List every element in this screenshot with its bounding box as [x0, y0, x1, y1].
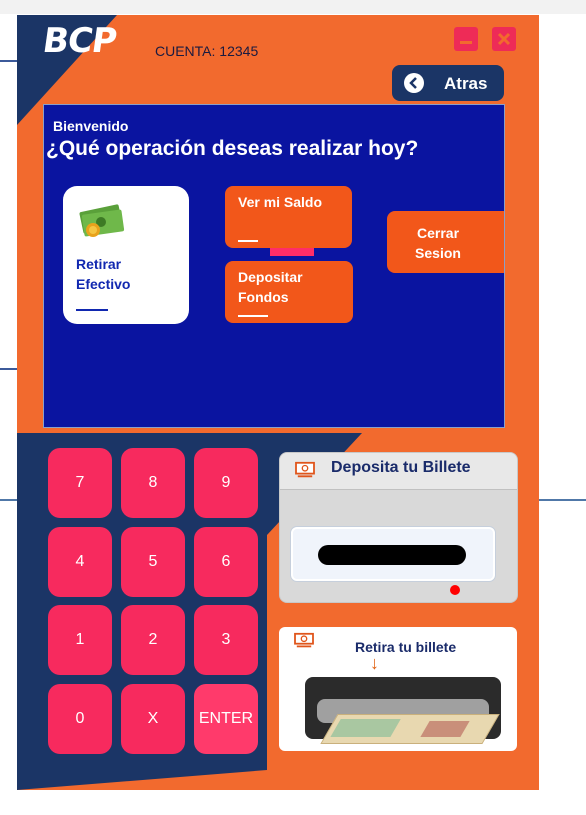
cash-money-icon [79, 204, 125, 237]
withdraw-cash-button[interactable]: Retirar Efectivo [63, 186, 189, 324]
banknote-image [320, 714, 500, 744]
key-3[interactable]: 3 [194, 605, 258, 675]
minimize-icon [454, 27, 478, 51]
view-balance-label: Ver mi Saldo [238, 194, 323, 210]
key-2[interactable]: 2 [121, 605, 185, 675]
key-9[interactable]: 9 [194, 448, 258, 518]
background-divider [0, 368, 17, 370]
arrow-down-icon: ↓ [370, 653, 379, 673]
banknote-icon [295, 461, 315, 478]
deposit-title: Deposita tu Billete [331, 459, 471, 476]
underline-decoration [238, 315, 268, 317]
deposit-funds-button[interactable]: Depositar Fondos [225, 261, 353, 323]
minimize-button[interactable] [454, 27, 478, 51]
underline-decoration [238, 240, 258, 242]
atm-window: BCP CUENTA: 12345 Atras Bienvenido ¿Qué … [17, 15, 539, 790]
welcome-text: Bienvenido [53, 118, 129, 134]
key-8[interactable]: 8 [121, 448, 185, 518]
bill-slot-opening [318, 545, 466, 565]
background-divider [0, 499, 17, 501]
status-indicator-light [450, 585, 460, 595]
bcp-logo: BCP [40, 21, 119, 61]
numeric-keypad: 7 8 9 4 5 6 1 2 3 0 X ENTER [48, 448, 264, 760]
banknote-pattern [330, 719, 401, 737]
back-button-label: Atras [444, 74, 488, 93]
chevron-left-icon [404, 73, 424, 93]
banknote-icon [294, 632, 314, 648]
deposit-slot[interactable] [291, 527, 495, 581]
cash-dispenser-tray[interactable] [305, 677, 501, 744]
withdraw-cash-label: Retirar Efectivo [76, 256, 131, 292]
background-divider [539, 499, 586, 501]
key-1[interactable]: 1 [48, 605, 112, 675]
logout-button[interactable]: Cerrar Sesion [387, 211, 504, 273]
view-balance-button[interactable]: Ver mi Saldo [225, 186, 352, 248]
banknote-pattern [420, 721, 470, 737]
logout-label: Cerrar Sesion [415, 225, 461, 261]
key-cancel[interactable]: X [121, 684, 185, 754]
back-button[interactable]: Atras [392, 65, 504, 101]
key-7[interactable]: 7 [48, 448, 112, 518]
background-divider [0, 60, 17, 62]
key-0[interactable]: 0 [48, 684, 112, 754]
key-5[interactable]: 5 [121, 527, 185, 597]
key-6[interactable]: 6 [194, 527, 258, 597]
deposit-bill-slot-panel: Deposita tu Billete [279, 452, 518, 603]
key-4[interactable]: 4 [48, 527, 112, 597]
underline-decoration [76, 309, 108, 311]
deposit-header: Deposita tu Billete [280, 453, 517, 490]
close-icon [492, 27, 516, 51]
account-number: CUENTA: 12345 [155, 43, 259, 59]
background-app-toolbar [0, 0, 586, 14]
page-title: ¿Qué operación deseas realizar hoy? [46, 137, 419, 160]
deposit-funds-label: Depositar Fondos [238, 269, 303, 305]
operations-panel: Bienvenido ¿Qué operación deseas realiza… [43, 104, 505, 428]
accent-bar [270, 247, 314, 256]
close-button[interactable] [492, 27, 516, 51]
withdraw-bill-tray-panel: Retira tu billete ↓ [279, 627, 517, 751]
key-enter[interactable]: ENTER [194, 684, 258, 754]
